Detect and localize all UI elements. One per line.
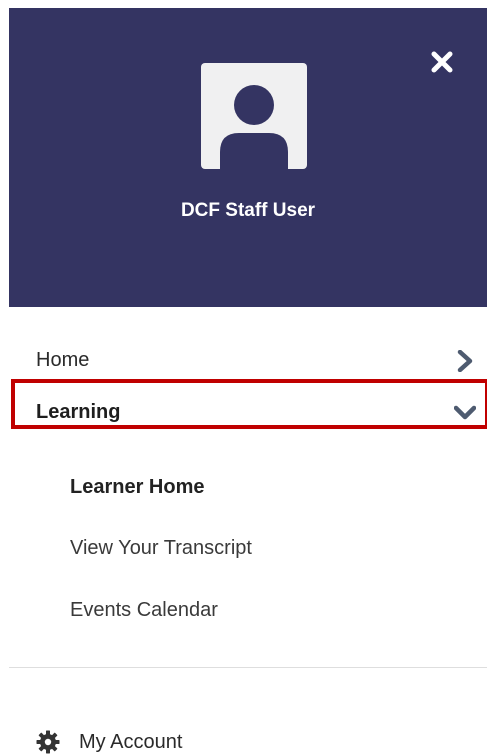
nav-item-my-account-label: My Account (79, 731, 183, 753)
close-button[interactable] (418, 38, 466, 86)
chevron-down-icon (454, 405, 476, 420)
nav-item-home[interactable]: Home (36, 340, 476, 380)
menu-divider (9, 667, 487, 668)
submenu-item-view-transcript[interactable]: View Your Transcript (70, 533, 252, 563)
side-navigation-panel: DCF Staff User Home Learning Learner Hom… (0, 0, 487, 755)
gear-icon (36, 730, 60, 754)
user-avatar-icon (220, 85, 288, 169)
nav-item-learning[interactable]: Learning (36, 392, 476, 432)
user-avatar (201, 63, 307, 169)
submenu-item-learner-home[interactable]: Learner Home (70, 472, 205, 502)
close-icon (431, 51, 453, 73)
user-name: DCF Staff User (180, 200, 316, 221)
nav-item-learning-label: Learning (36, 401, 121, 423)
submenu-item-events-calendar[interactable]: Events Calendar (70, 595, 218, 625)
chevron-right-icon (457, 350, 473, 372)
nav-item-home-label: Home (36, 349, 90, 371)
